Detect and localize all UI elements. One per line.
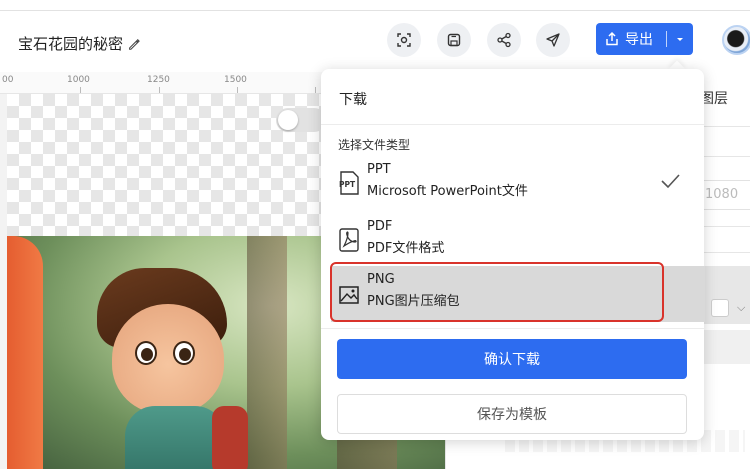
ruler-tick [315,87,316,93]
save-icon [447,33,461,47]
doc-title-text: 宝石花园的秘密 [18,35,124,53]
ruler-label: 00 [2,75,14,85]
body [125,406,225,469]
pupil [179,348,191,361]
top-bar: 宝石花园的秘密 导出 [0,11,750,71]
ruler-label: 1250 [147,75,170,85]
ppt-file-icon: PPT [339,171,359,195]
left-eye [135,341,157,365]
scan-icon [397,33,411,47]
panel-bar [700,330,750,364]
tree-trunk [247,236,287,469]
ruler-label: 1000 [67,75,90,85]
option-pdf[interactable]: PDF PDF文件格式 [331,213,705,269]
height-input[interactable]: 1080 [700,180,750,210]
option-desc: PDF文件格式 [367,241,445,256]
right-eye [173,341,195,365]
file-type-label: 选择文件类型 [338,138,411,152]
export-dropdown-toggle[interactable] [667,23,693,55]
svg-text:PPT: PPT [339,180,356,189]
save-as-template-button[interactable]: 保存为模板 [337,394,687,434]
option-ppt[interactable]: PPT PPT Microsoft PowerPoint文件 [331,156,705,212]
share-button[interactable] [487,23,521,57]
export-main[interactable]: 导出 [596,23,666,55]
export-button[interactable]: 导出 [596,23,693,55]
send-button[interactable] [536,23,570,57]
option-name: PPT [367,162,391,177]
confirm-download-button[interactable]: 确认下载 [337,339,687,379]
option-name: PDF [367,219,393,234]
face [112,304,224,414]
png-highlight-box [330,262,664,322]
editor-window: 宝石花园的秘密 导出 00 1000 1250 1500 图层 1080 ⌵ 下… [0,0,750,469]
panel-checkbox[interactable] [711,299,729,317]
horizontal-ruler: 00 1000 1250 1500 [0,72,330,94]
panel-divider [700,252,750,253]
panel-divider [700,126,750,127]
pencil-icon[interactable] [127,37,141,51]
download-title: 下载 [339,92,367,108]
toggle-switch[interactable] [276,108,326,132]
save-button[interactable] [437,23,471,57]
chevron-down-icon [677,38,683,41]
send-icon [546,33,560,47]
check-icon [661,174,680,189]
chevron-down-icon[interactable]: ⌵ [737,301,745,315]
backpack [212,406,248,469]
export-icon [606,31,618,46]
toggle-knob [278,110,298,130]
export-label: 导出 [625,32,653,48]
avatar[interactable] [722,25,750,55]
layers-tab[interactable]: 图层 [700,88,728,108]
option-desc: Microsoft PowerPoint文件 [367,184,528,199]
share-icon [497,32,511,48]
scan-button[interactable] [387,23,421,57]
dropdown-divider [321,328,704,329]
ruler-label: 1500 [224,75,247,85]
orange-shape [7,236,43,469]
doc-title[interactable]: 宝石花园的秘密 [18,33,141,54]
ruler-tick [237,87,238,93]
panel-divider [700,226,750,227]
panel-divider [700,156,750,157]
dropdown-divider [321,124,704,125]
ruler-tick [159,87,160,93]
pdf-file-icon [339,228,359,252]
pupil [141,348,153,361]
ruler-tick [80,87,81,93]
